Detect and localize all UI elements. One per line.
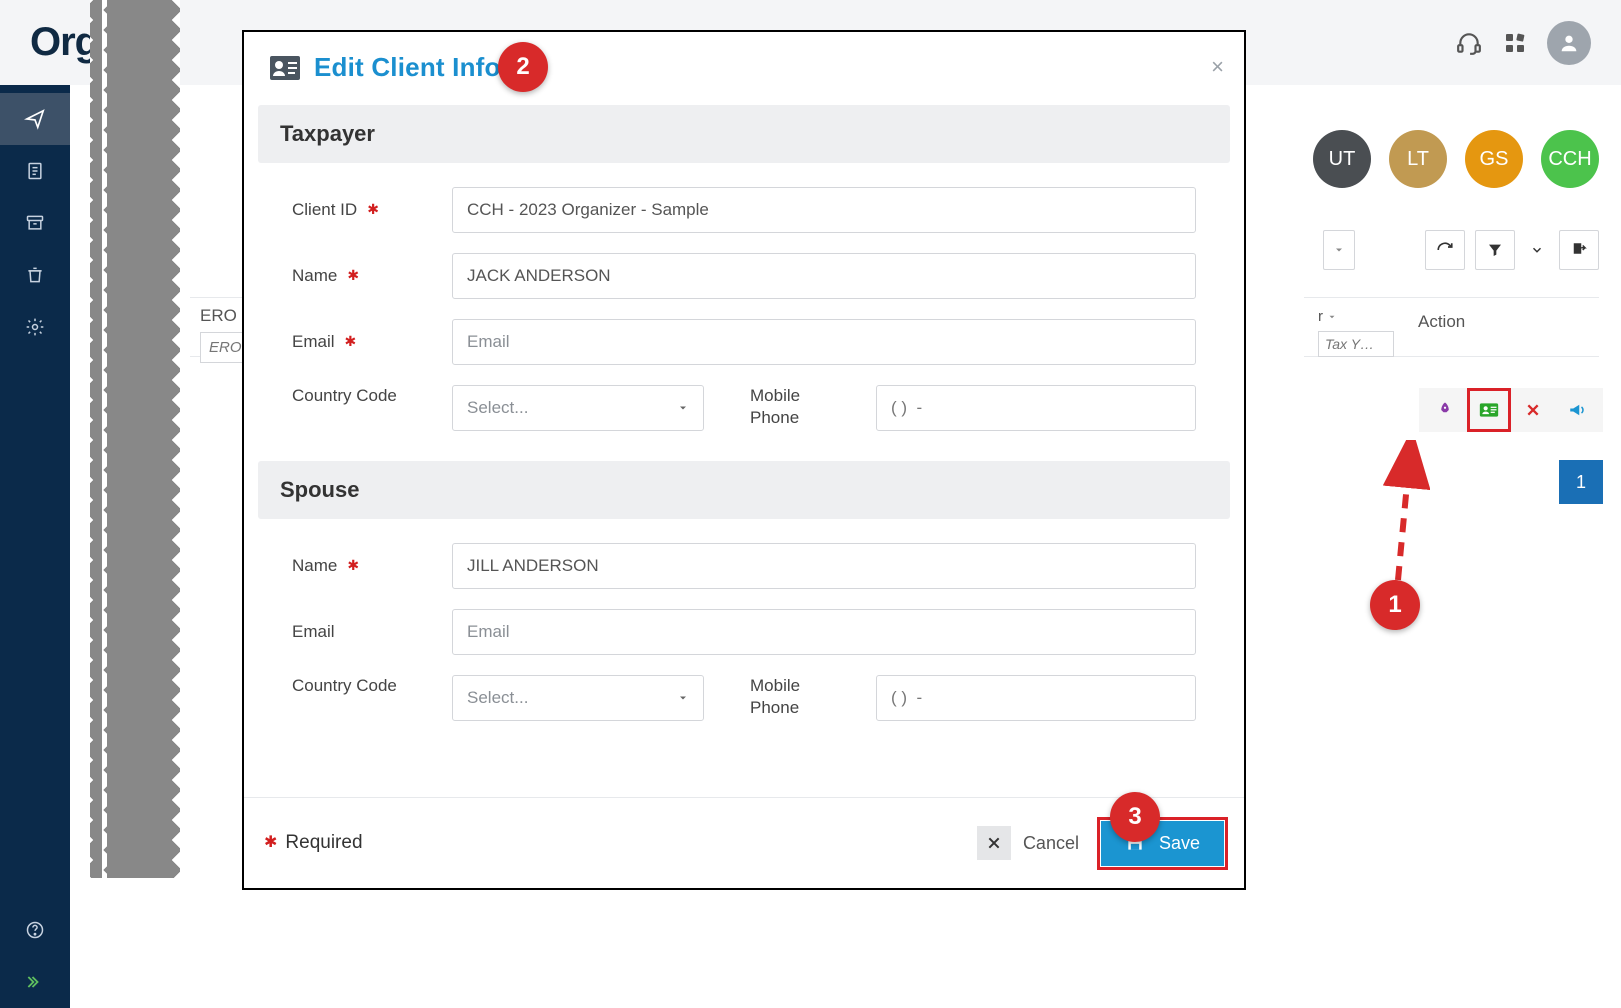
action-delete-icon[interactable]	[1513, 390, 1553, 430]
export-button[interactable]	[1559, 230, 1599, 270]
modal-footer: ✱ Required Cancel Save	[244, 797, 1244, 888]
collaborator-avatars: UT LT GS CCH	[1313, 130, 1599, 188]
caret-down-icon	[677, 692, 689, 704]
taxpayer-phone-label: Mobile Phone	[750, 385, 840, 429]
spouse-phone-label: Mobile Phone	[750, 675, 840, 719]
spouse-country-label: Country Code	[292, 675, 452, 697]
filter-expand[interactable]	[1525, 230, 1549, 270]
page-number-badge[interactable]: 1	[1559, 460, 1603, 504]
headset-icon[interactable]	[1455, 29, 1483, 57]
section-header-spouse: Spouse	[258, 461, 1230, 519]
taxpayer-email-label: Email✱	[292, 332, 452, 352]
required-star-icon: ✱	[345, 333, 357, 350]
taxpayer-name-input[interactable]	[452, 253, 1196, 299]
sidebar-item-expand[interactable]	[0, 956, 70, 1008]
modal-close-button[interactable]: ×	[1211, 54, 1224, 80]
action-cell	[1419, 388, 1603, 432]
spouse-email-input[interactable]	[452, 609, 1196, 655]
annotation-step-3: 3	[1110, 792, 1160, 842]
spouse-country-select[interactable]: Select...	[452, 675, 704, 721]
sidebar-item-trash[interactable]	[0, 249, 70, 301]
sidebar-item-help[interactable]	[0, 904, 70, 956]
modal-body: Taxpayer Client ID✱ Name✱ Email✱ Country…	[244, 97, 1244, 797]
apps-icon[interactable]	[1501, 29, 1529, 57]
sidebar-item-settings[interactable]	[0, 301, 70, 353]
spouse-name-input[interactable]	[452, 543, 1196, 589]
action-rocket-icon[interactable]	[1425, 390, 1465, 430]
dropdown-toggle[interactable]	[1323, 230, 1355, 270]
avatar-gs[interactable]: GS	[1465, 130, 1523, 188]
required-star-icon: ✱	[367, 201, 379, 218]
modal-title: Edit Client Info	[314, 52, 501, 83]
section-header-taxpayer: Taxpayer	[258, 105, 1230, 163]
taxpayer-country-select[interactable]: Select...	[452, 385, 704, 431]
annotation-arrow	[1380, 440, 1430, 590]
client-id-input[interactable]	[452, 187, 1196, 233]
table-header-peek: r Action	[1304, 297, 1599, 357]
avatar-ut[interactable]: UT	[1313, 130, 1371, 188]
required-note: ✱ Required	[264, 832, 363, 854]
caret-down-icon	[677, 402, 689, 414]
avatar-lt[interactable]: LT	[1389, 130, 1447, 188]
filter-button[interactable]	[1475, 230, 1515, 270]
torn-edge-decoration	[90, 0, 180, 878]
tax-year-filter-input[interactable]	[1318, 331, 1394, 357]
taxpayer-country-label: Country Code	[292, 385, 452, 407]
taxpayer-email-input[interactable]	[452, 319, 1196, 365]
edit-client-modal: Edit Client Info × Taxpayer Client ID✱ N…	[242, 30, 1246, 890]
spouse-name-label: Name✱	[292, 556, 452, 576]
action-edit-client-icon[interactable]	[1469, 390, 1509, 430]
annotation-step-1: 1	[1370, 580, 1420, 630]
table-toolbar	[1323, 230, 1599, 270]
required-star-icon: ✱	[347, 557, 359, 574]
close-icon	[977, 826, 1011, 860]
taxpayer-name-label: Name✱	[292, 266, 452, 286]
client-id-label: Client ID✱	[292, 200, 452, 220]
sidebar-item-document[interactable]	[0, 145, 70, 197]
sort-caret-icon[interactable]	[1327, 312, 1337, 322]
cancel-button[interactable]: Cancel	[955, 814, 1101, 872]
contact-card-icon	[270, 56, 300, 80]
spouse-phone-input[interactable]	[876, 675, 1196, 721]
left-sidebar	[0, 85, 70, 1008]
sidebar-item-send[interactable]	[0, 93, 70, 145]
avatar-cch[interactable]: CCH	[1541, 130, 1599, 188]
column-header-year[interactable]: r	[1318, 308, 1323, 325]
required-star-icon: ✱	[347, 267, 359, 284]
modal-header: Edit Client Info ×	[244, 32, 1244, 97]
sidebar-item-archive[interactable]	[0, 197, 70, 249]
user-avatar[interactable]	[1547, 21, 1591, 65]
taxpayer-phone-input[interactable]	[876, 385, 1196, 431]
annotation-step-2: 2	[498, 42, 548, 92]
column-header-action: Action	[1418, 308, 1465, 332]
spouse-email-label: Email	[292, 622, 452, 642]
action-announce-icon[interactable]	[1557, 390, 1597, 430]
refresh-button[interactable]	[1425, 230, 1465, 270]
